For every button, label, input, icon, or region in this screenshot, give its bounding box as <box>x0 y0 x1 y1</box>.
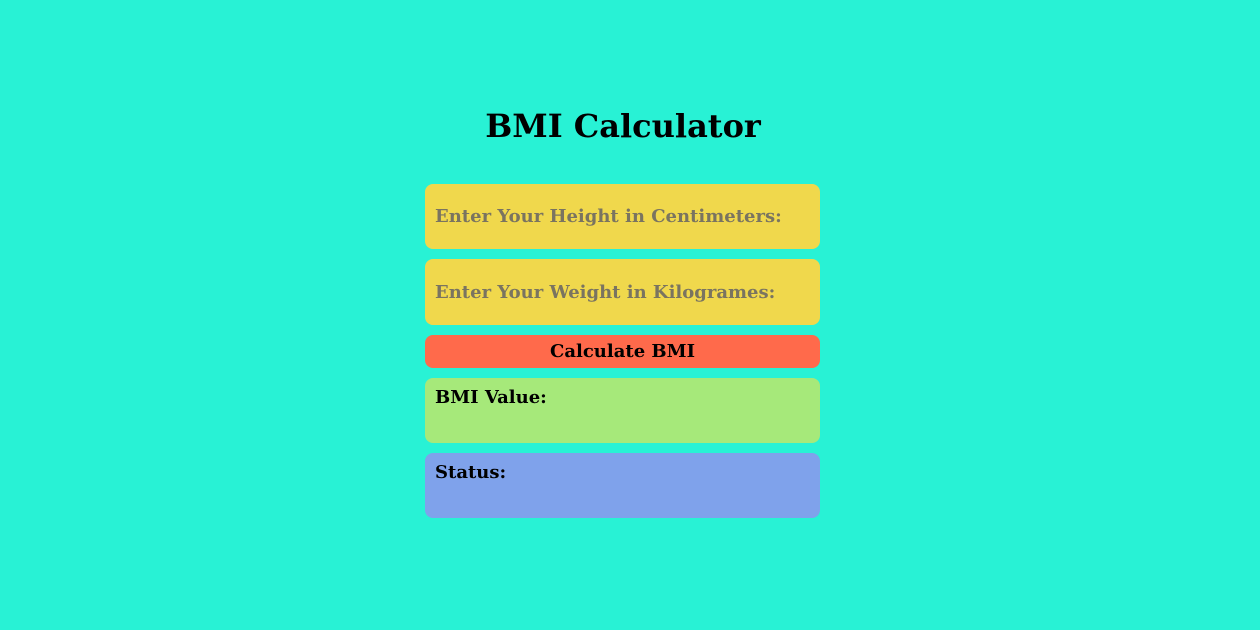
calculate-bmi-button[interactable]: Calculate BMI <box>425 335 820 368</box>
page: BMI Calculator Calculate BMI BMI Value: … <box>0 0 1260 630</box>
height-input[interactable] <box>425 184 820 249</box>
status-label: Status: <box>435 462 507 483</box>
bmi-value-label: BMI Value: <box>435 387 547 408</box>
height-field <box>425 184 820 249</box>
bmi-value-box: BMI Value: <box>425 378 820 443</box>
status-box: Status: <box>425 453 820 518</box>
weight-field <box>425 259 820 325</box>
page-title: BMI Calculator <box>485 107 761 145</box>
weight-input[interactable] <box>425 259 820 325</box>
